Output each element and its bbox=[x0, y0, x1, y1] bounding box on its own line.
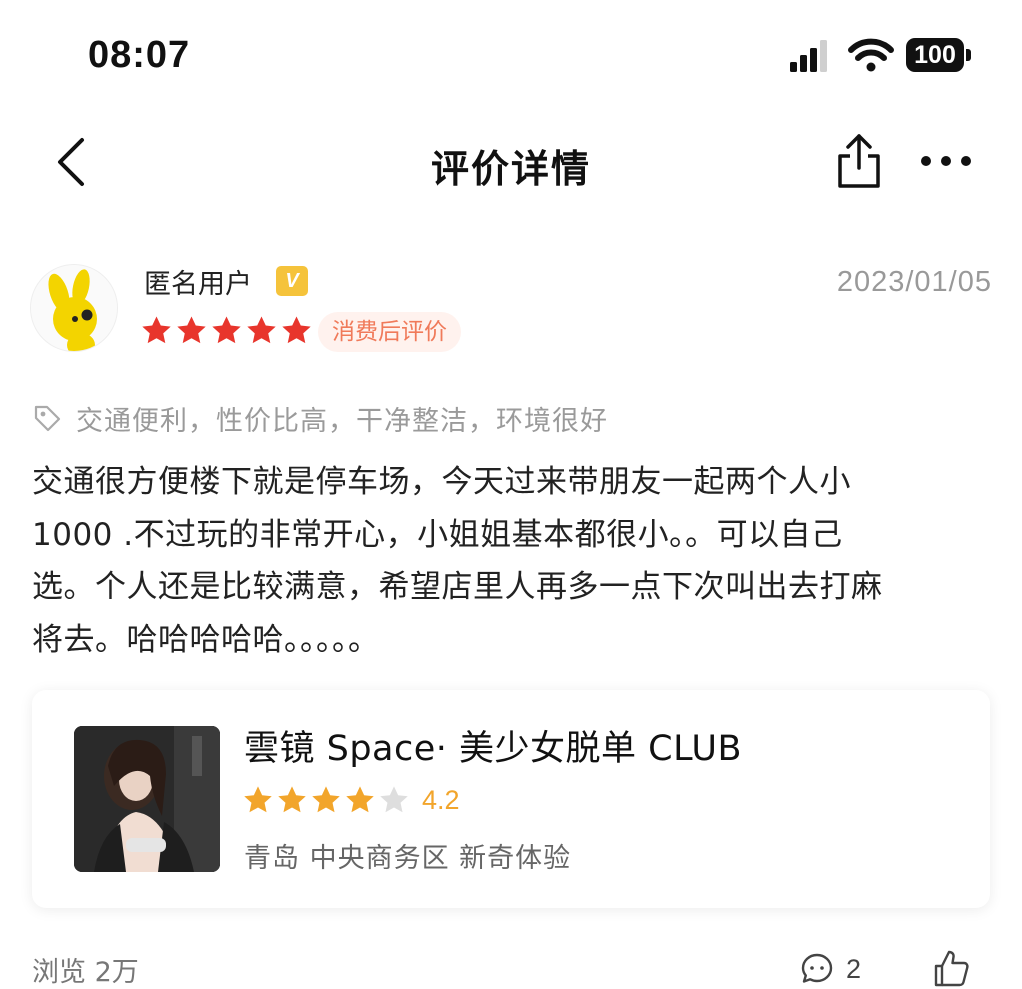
signal-icon bbox=[790, 40, 827, 72]
share-icon[interactable] bbox=[832, 130, 886, 192]
vip-badge: V bbox=[276, 266, 308, 296]
avatar[interactable] bbox=[30, 264, 118, 352]
review-tags: 交通便利，性价比高，干净整洁，环境很好 bbox=[32, 398, 608, 438]
battery-level: 100 bbox=[914, 41, 956, 69]
star-icon bbox=[212, 316, 241, 344]
view-count: 浏览 2万 bbox=[32, 957, 139, 988]
review-line: 1000 .不过玩的非常开心，小姐姐基本都很小。。可以自己 bbox=[32, 516, 843, 553]
status-bar: 08:07 100 bbox=[0, 0, 1022, 110]
star-icon bbox=[282, 316, 311, 344]
comment-count: 2 bbox=[846, 953, 862, 984]
tag-icon bbox=[34, 405, 61, 432]
battery-icon: 100 bbox=[906, 38, 971, 72]
star-empty-icon bbox=[380, 786, 408, 813]
shop-meta: 青岛 中央商务区 新奇体验 bbox=[244, 843, 572, 874]
shop-rating-stars: 4.2 bbox=[242, 784, 460, 816]
star-icon bbox=[278, 786, 306, 813]
review-body: 交通很方便楼下就是停车场，今天过来带朋友一起两个人小 1000 .不过玩的非常开… bbox=[32, 456, 992, 666]
comment-icon bbox=[801, 953, 833, 983]
thumbs-up-icon[interactable] bbox=[932, 948, 970, 988]
star-icon bbox=[312, 786, 340, 813]
user-rating-stars bbox=[140, 314, 313, 350]
shop-name: 雲镜 Space· 美少女脱单 CLUB bbox=[244, 729, 742, 769]
comment-button[interactable]: 2 bbox=[800, 952, 861, 986]
star-icon bbox=[142, 316, 171, 344]
star-icon bbox=[244, 786, 272, 813]
consume-tag: 消费后评价 bbox=[318, 312, 461, 352]
shop-card[interactable]: 雲镜 Space· 美少女脱单 CLUB 4.2 青岛 中央商务区 新奇体验 bbox=[32, 690, 990, 908]
review-line: 将去。哈哈哈哈哈。。。。。 bbox=[32, 621, 380, 658]
tag-text: 交通便利，性价比高，干净整洁，环境很好 bbox=[76, 405, 608, 437]
wifi-icon bbox=[848, 38, 894, 72]
review-date: 2023/01/05 bbox=[836, 266, 992, 298]
star-icon bbox=[346, 786, 374, 813]
shop-rating: 4.2 bbox=[422, 784, 460, 815]
more-icon[interactable] bbox=[916, 146, 976, 176]
review-line: 选。个人还是比较满意，希望店里人再多一点下次叫出去打麻 bbox=[32, 569, 883, 605]
star-icon bbox=[247, 316, 276, 344]
shop-image bbox=[74, 726, 220, 872]
username[interactable]: 匿名用户 bbox=[144, 262, 252, 301]
status-time: 08:07 bbox=[88, 34, 191, 76]
review-line: 交通很方便楼下就是停车场，今天过来带朋友一起两个人小 bbox=[32, 464, 851, 500]
star-icon bbox=[177, 316, 206, 344]
nav-bar: 评价详情 bbox=[0, 110, 1022, 220]
